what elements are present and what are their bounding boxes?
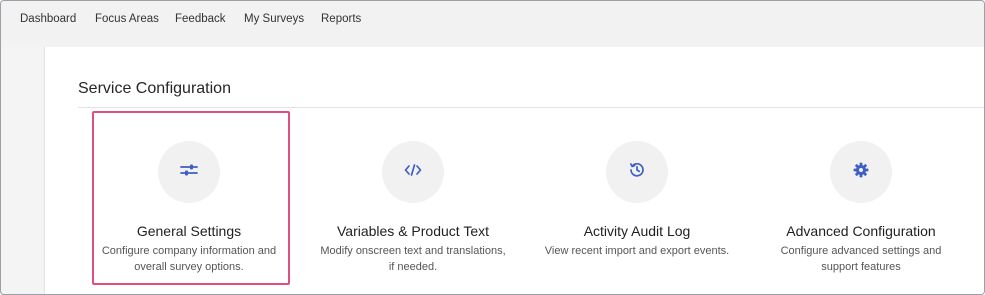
nav-item-my-surveys[interactable]: My Surveys: [244, 13, 304, 25]
card-title: Variables & Product Text: [336, 223, 489, 239]
main-content: Service Configuration General Settings C…: [44, 47, 984, 294]
top-navigation: Dashboard Focus Areas Feedback My Survey…: [1, 1, 984, 47]
card-activity-audit-log[interactable]: Activity Audit Log View recent import an…: [539, 111, 735, 283]
card-title: Activity Audit Log: [583, 223, 691, 239]
nav-item-feedback[interactable]: Feedback: [175, 13, 226, 25]
nav-item-focus-areas[interactable]: Focus Areas: [95, 13, 159, 25]
section-divider: [78, 107, 984, 108]
gear-icon: [853, 162, 869, 183]
card-advanced-configuration[interactable]: Advanced Configuration Configure advance…: [763, 111, 959, 283]
card-title: General Settings: [136, 223, 242, 239]
card-description: Modify onscreen text and translations, i…: [320, 245, 506, 273]
card-description: Configure company information and overal…: [101, 245, 277, 273]
sliders-icon: [180, 163, 198, 182]
card-description: View recent import and export events.: [544, 245, 730, 257]
nav-item-reports[interactable]: Reports: [321, 13, 361, 25]
nav-item-dashboard[interactable]: Dashboard: [20, 13, 76, 25]
card-general-settings[interactable]: General Settings Configure company infor…: [91, 111, 287, 283]
app-window: Dashboard Focus Areas Feedback My Survey…: [0, 0, 985, 295]
card-icon-circle: [158, 141, 220, 203]
history-icon: [629, 162, 645, 183]
card-description: Configure advanced settings and support …: [780, 245, 942, 273]
card-variables-product-text[interactable]: Variables & Product Text Modify onscreen…: [315, 111, 511, 283]
card-icon-circle: [382, 141, 444, 203]
section-title: Service Configuration: [78, 80, 231, 97]
card-title: Advanced Configuration: [786, 223, 936, 239]
code-icon: [404, 163, 422, 182]
card-icon-circle: [606, 141, 668, 203]
card-icon-circle: [830, 141, 892, 203]
